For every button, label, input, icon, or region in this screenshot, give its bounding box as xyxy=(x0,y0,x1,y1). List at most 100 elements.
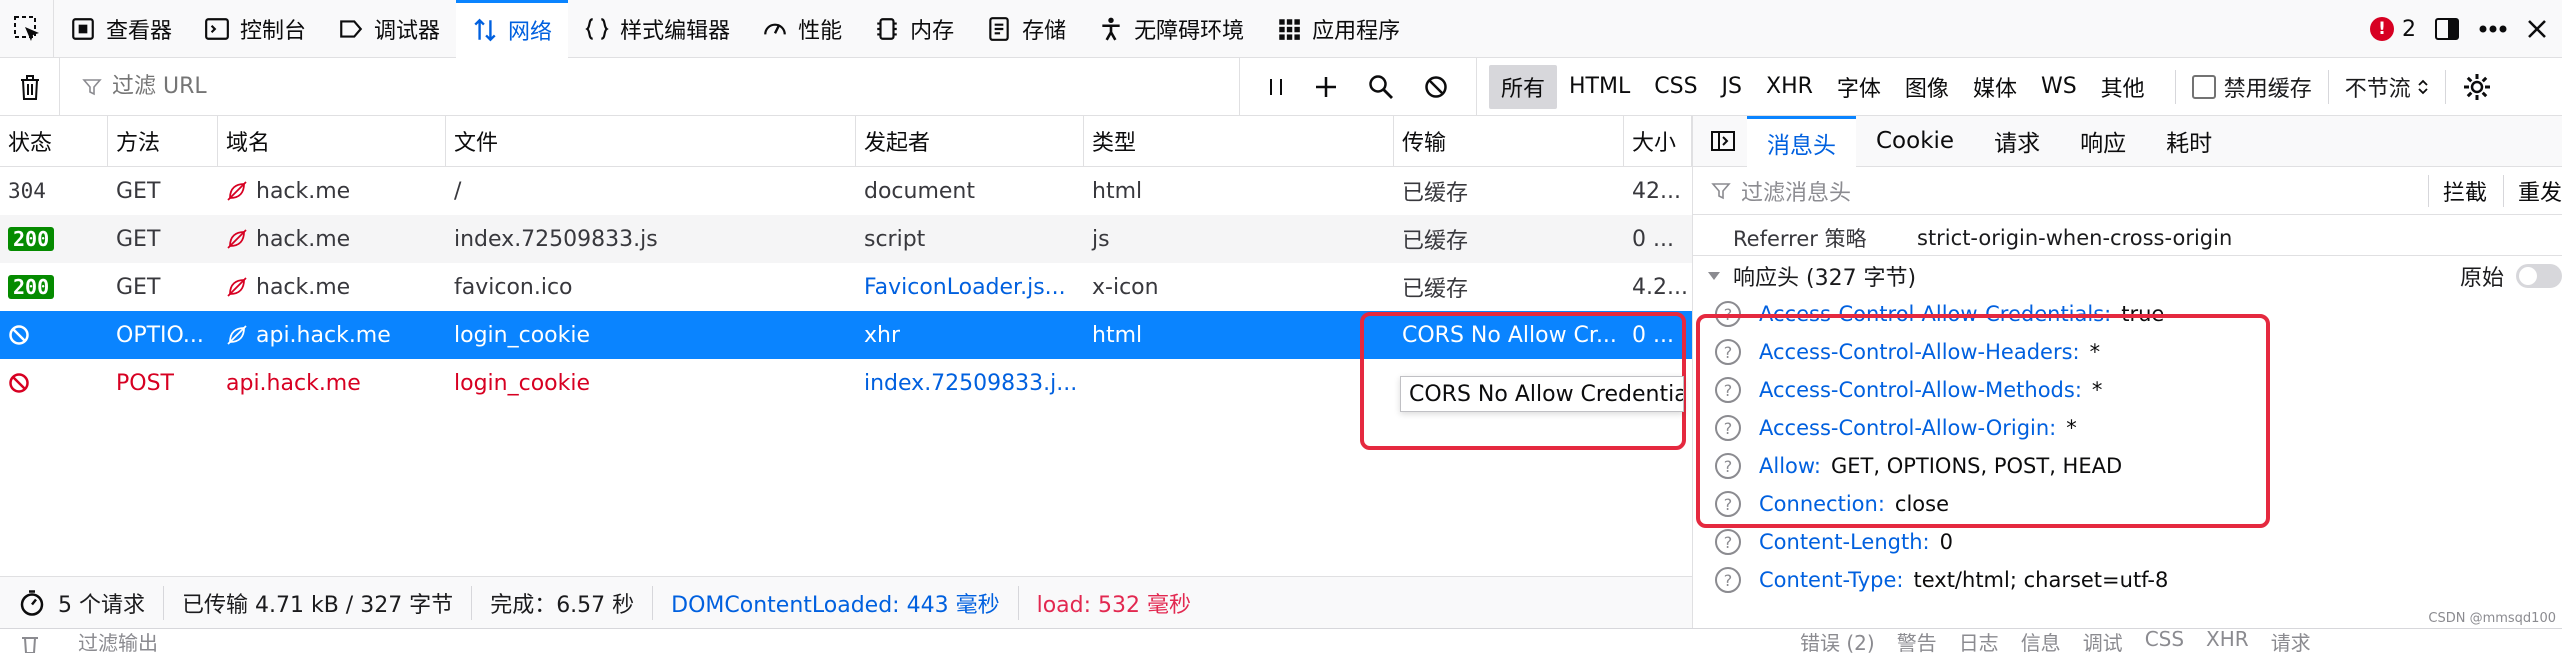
tab-label: 控制台 xyxy=(240,18,307,44)
url-filter-box[interactable] xyxy=(60,57,1240,116)
tab-memory[interactable]: 内存 xyxy=(858,0,970,58)
header-name: Content-Type: xyxy=(1759,568,1904,592)
console-filter-button[interactable]: 错误 (2) xyxy=(1800,629,1875,654)
transferred-cell: 已缓存 xyxy=(1394,167,1624,215)
type-filter-button[interactable]: WS xyxy=(2029,68,2089,105)
table-row[interactable]: 200 GET hack.me favicon.ico FaviconLoader.js… xyxy=(0,263,1692,311)
console-filter-button[interactable]: XHR xyxy=(2206,629,2249,654)
table-row[interactable]: 200 GET hack.me index.72509833.js script js 已缓… xyxy=(0,215,1692,263)
tab-style-editor[interactable]: 样式编辑器 xyxy=(568,0,746,58)
search-icon[interactable] xyxy=(1368,74,1394,100)
disable-cache-checkbox[interactable] xyxy=(2191,74,2216,99)
type-filter-button[interactable]: 媒体 xyxy=(1961,65,2029,109)
type-filter-button[interactable]: 其他 xyxy=(2089,65,2157,109)
error-count-button[interactable]: ! 2 xyxy=(2370,17,2416,42)
type-filter-button[interactable]: 图像 xyxy=(1893,65,1961,109)
disable-cache-label: 禁用缓存 xyxy=(2223,76,2312,102)
details-tab[interactable]: 响应 xyxy=(2060,116,2146,167)
add-request-icon[interactable] xyxy=(1314,75,1338,99)
element-picker-button[interactable] xyxy=(0,0,54,58)
status-code: 200 xyxy=(8,227,55,251)
initiator-text[interactable]: FaviconLoader.js... xyxy=(864,275,1066,300)
initiator-text[interactable]: index.72509833.j... xyxy=(864,371,1077,396)
block-icon[interactable] xyxy=(1424,75,1448,99)
tab-network[interactable]: 网络 xyxy=(456,0,569,58)
type-filter-button[interactable]: HTML xyxy=(1557,68,1642,105)
tab-application[interactable]: 应用程序 xyxy=(1260,0,1416,58)
console-filter-button[interactable]: 信息 xyxy=(2021,629,2061,654)
column-header[interactable]: 方法 xyxy=(108,116,218,166)
console-trash-icon[interactable] xyxy=(0,631,60,653)
split-console-strip: 过滤输出 错误 (2) 警告 日志 信息 调试 CSS XHR 请求 xyxy=(0,628,2562,654)
type-filter-button[interactable]: XHR xyxy=(1754,68,1825,105)
filter-funnel-icon xyxy=(82,77,102,97)
tracker-icon xyxy=(226,276,248,298)
storage-icon xyxy=(986,16,1012,42)
clear-requests-button[interactable] xyxy=(0,57,60,116)
blocked-icon xyxy=(8,372,30,394)
request-count: 5 个请求 xyxy=(0,585,164,620)
column-header[interactable]: 状态 xyxy=(0,116,108,166)
type-filter-button[interactable]: 所有 xyxy=(1489,64,1558,109)
tab-inspector[interactable]: 查看器 xyxy=(54,0,188,58)
referrer-policy-row: Referrer 策略 strict-origin-when-cross-ori… xyxy=(1693,221,2562,255)
type-filter-button[interactable]: CSS xyxy=(1642,68,1709,105)
memory-icon xyxy=(874,16,900,42)
response-headers-section[interactable]: 响应头 (327 字节) 原始 xyxy=(1693,255,2562,295)
domain-cell: hack.me xyxy=(218,167,446,215)
column-header[interactable]: 文件 xyxy=(446,116,856,166)
request-count-text: 5 个请求 xyxy=(58,592,145,618)
block-button[interactable]: 拦截 xyxy=(2427,174,2487,207)
style-editor-icon xyxy=(584,16,610,42)
throttle-select[interactable]: 不节流 xyxy=(2345,71,2429,103)
tab-debugger[interactable]: 调试器 xyxy=(322,0,456,58)
console-filter-button[interactable]: 调试 xyxy=(2083,629,2123,654)
dock-side-icon[interactable] xyxy=(2434,16,2460,42)
resend-button[interactable]: 重发 xyxy=(2502,174,2562,207)
tab-performance[interactable]: 性能 xyxy=(746,0,858,58)
details-tab[interactable]: 耗时 xyxy=(2146,116,2232,167)
tab-accessibility[interactable]: 无障碍环境 xyxy=(1082,0,1260,58)
domain-cell: api.hack.me xyxy=(218,359,446,407)
tab-storage[interactable]: 存储 xyxy=(970,0,1082,58)
close-icon[interactable] xyxy=(2526,18,2548,40)
response-headers-title: 响应头 (327 字节) xyxy=(1733,265,1917,291)
tab-label: 网络 xyxy=(508,20,553,45)
tab-console[interactable]: 控制台 xyxy=(188,0,322,58)
help-icon[interactable]: ? xyxy=(1715,529,1741,555)
transferred-text: 已缓存 xyxy=(1402,181,1469,206)
status-cell xyxy=(0,359,108,407)
size-cell: 42... xyxy=(1632,178,1681,204)
console-filter-input[interactable]: 过滤输出 xyxy=(60,629,1800,654)
details-tab[interactable]: 请求 xyxy=(1974,116,2060,167)
panel-toggle-icon[interactable] xyxy=(1693,130,1747,152)
settings-gear-icon[interactable] xyxy=(2462,72,2492,102)
column-header[interactable]: 传输 xyxy=(1394,116,1624,166)
console-filter-button[interactable]: 日志 xyxy=(1959,629,1999,654)
column-header[interactable]: 类型 xyxy=(1084,116,1394,166)
column-header[interactable]: 大小 xyxy=(1624,116,1692,166)
raw-toggle[interactable] xyxy=(2516,263,2562,288)
column-header[interactable]: 发起者 xyxy=(856,116,1084,166)
console-filter-button[interactable]: 警告 xyxy=(1897,629,1937,654)
column-header[interactable]: 域名 xyxy=(218,116,446,166)
dom-loaded-time: DOMContentLoaded: 443 毫秒 xyxy=(653,585,1019,620)
pause-icon[interactable] xyxy=(1268,76,1284,98)
transferred-cell: 已缓存 xyxy=(1394,215,1624,263)
console-filter-button[interactable]: 请求 xyxy=(2271,629,2311,654)
console-filter-button[interactable]: CSS xyxy=(2145,629,2184,654)
type-filter-button[interactable]: JS xyxy=(1710,68,1754,105)
url-filter-input[interactable] xyxy=(112,74,712,99)
details-tab[interactable]: 消息头 xyxy=(1747,116,1856,167)
help-icon[interactable]: ? xyxy=(1715,567,1741,593)
finish-time: 完成：6.57 秒 xyxy=(472,585,654,620)
table-row[interactable]: 304 GET hack.me / document html 已缓存 42... xyxy=(0,167,1692,215)
more-options-icon[interactable] xyxy=(2478,24,2508,34)
transferred-summary: 已传输 4.71 kB / 327 字节 xyxy=(164,585,473,620)
status-cell: 200 xyxy=(0,263,108,311)
separator xyxy=(2174,69,2176,104)
disable-cache-toggle[interactable]: 禁用缓存 xyxy=(2191,71,2312,103)
header-filter-input[interactable]: 过滤消息头 xyxy=(1741,175,1851,207)
details-tab[interactable]: Cookie xyxy=(1856,116,1974,167)
type-filter-button[interactable]: 字体 xyxy=(1825,65,1893,109)
